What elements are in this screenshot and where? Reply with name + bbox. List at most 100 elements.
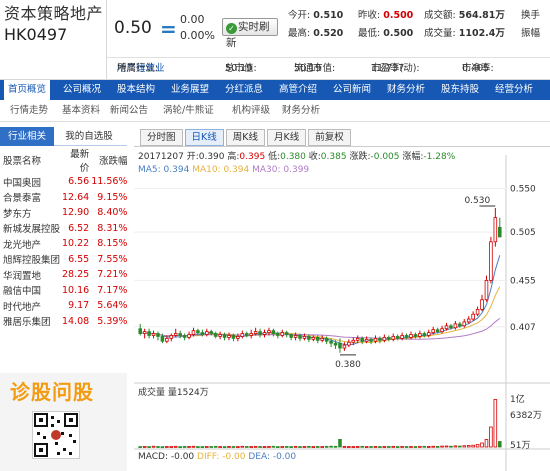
table-row[interactable]: 龙光地产 10.22 8.15% [0,236,129,252]
table-row[interactable]: 华润置地 28.25 7.21% [0,267,129,283]
flat-indicator-icon: = [160,17,177,41]
table-row[interactable]: 合景泰富 12.64 9.15% [0,190,129,206]
stock-row-name[interactable]: 新城发展控股 [0,221,62,237]
stock-row-name[interactable]: 时代地产 [0,298,62,314]
nav-operations[interactable]: 经营分析 [495,80,533,100]
kline-chart[interactable]: 20171207 开:0.390 高:0.395 低:0.380 收:0.385… [134,127,550,471]
stock-row-price: 14.08 [62,315,90,327]
refresh-button[interactable]: ✓ 实时刷新 [222,18,278,49]
stock-row-name[interactable]: 融信中国 [0,283,62,299]
stock-row-price: 28.25 [62,269,90,281]
chart-amp-label: 涨幅: [402,150,423,162]
candle-body [458,323,462,327]
candle-body [284,332,289,335]
table-row[interactable]: 梦东方 12.90 8.40% [0,205,129,221]
volume-bar [240,445,245,448]
volume-bar [426,446,431,448]
max-price-label: 0.530 [464,196,490,206]
nav-news[interactable]: 公司新闻 [333,80,371,100]
stock-row-name[interactable]: 中国奥园 [0,174,62,190]
table-row[interactable]: 中国奥园 6.56 11.56% [0,174,129,190]
stock-row-pct: 9.15% [97,191,128,203]
tab-industry-related[interactable]: 行业相关 [0,127,54,146]
stock-row-name[interactable]: 梦东方 [0,205,62,221]
ma10-legend: MA10: 0.394 [192,165,249,175]
volume-bar [213,445,218,448]
chart-chg: -0.005 [370,152,399,162]
stock-row-price: 10.22 [62,238,90,250]
candle-body [165,337,169,342]
nav-capital[interactable]: 股本结构 [117,80,155,100]
price-tick-label: 0.505 [510,228,536,238]
stock-row-name[interactable]: 雅居乐集团 [0,314,62,330]
candle-body [347,341,351,346]
volume-bar [484,439,489,448]
related-stocks-table: 股票名称 最新价 涨跌幅 中国奥园 6.56 11.56% 合景泰富 12.64 9.1… [0,146,129,329]
subnav-basic[interactable]: 基本资料 [62,100,100,122]
candle-body [400,335,404,339]
quote-volume-value: 1102.4万 [458,28,505,39]
subnav-warrants[interactable]: 涡轮/牛熊证 [163,100,214,122]
quote-high: 最高: 0.520 [288,26,343,42]
table-row[interactable]: 旭辉控股集团 6.55 7.55% [0,252,129,268]
candle-body [191,330,196,335]
sub-nav: 行情走势 基本资料 新闻公告 涡轮/牛熊证 机构评级 财务分析 [0,100,550,122]
quote-open: 今开: 0.510 [288,8,343,24]
stock-row-pct: 5.64% [97,300,128,312]
nav-business[interactable]: 业务展望 [171,80,209,100]
volume-bar [466,445,471,448]
table-row[interactable]: 雅居乐集团 14.08 5.39% [0,314,129,330]
quote-prev: 昨收: 0.500 [358,8,413,24]
stock-row-price: 6.52 [68,222,90,234]
chart-open: 0.390 [199,152,225,162]
candle-body [138,328,142,334]
volume-bar [493,399,498,448]
stock-title-block: 资本策略地产 HK0497 [0,0,107,80]
candle-body [218,334,222,337]
quote-low: 最低: 0.500 [358,26,413,42]
candle-body [205,331,209,335]
table-row[interactable]: 时代地产 9.17 5.64% [0,298,129,314]
stock-row-name[interactable]: 旭辉控股集团 [0,252,62,268]
volume-bar [409,446,413,448]
volume-bar [400,445,404,448]
candle-body [453,323,458,329]
stock-row-name[interactable]: 华润置地 [0,267,62,283]
subnav-trend[interactable]: 行情走势 [10,100,48,122]
stock-row-pct: 5.39% [97,315,128,327]
macd-legend: MACD: -0.00 DIFF: -0.00 DEA: -0.00 [138,452,296,462]
ma30-legend: MA30: 0.399 [252,165,309,175]
volume-bar [342,445,347,448]
table-row[interactable]: 新城发展控股 6.52 8.31% [0,221,129,237]
candle-body [200,332,205,335]
mktcap-info: 总市值: 50.19 [225,58,257,80]
volume-label: 成交量 量1524万 [138,386,209,398]
subnav-announcements[interactable]: 新闻公告 [110,100,148,122]
candle-body [147,331,151,336]
col-name: 股票名称 [3,156,42,167]
ma5-legend: MA5: 0.394 [138,165,190,175]
stock-row-name[interactable]: 龙光地产 [0,236,62,252]
tab-my-watchlist[interactable]: 我的自选股 [54,127,124,146]
min-price-label: 0.380 [335,360,361,370]
candle-body [404,335,409,338]
subnav-ratings[interactable]: 机构评级 [232,100,270,122]
price-axis-labels: 0.550 0.505 0.455 0.407 [510,185,536,333]
subnav-finance[interactable]: 财务分析 [282,100,320,122]
table-row[interactable]: 融信中国 10.16 7.17% [0,283,129,299]
quote-open-label: 今开: [288,10,311,21]
nav-executives[interactable]: 高管介绍 [279,80,317,100]
diff-value: DIFF: -0.00 [197,452,246,462]
stock-row-price: 12.90 [62,207,90,219]
candle-body [187,334,191,338]
stock-row-name[interactable]: 合景泰富 [0,190,62,206]
nav-dividend[interactable]: 分红派息 [225,80,263,100]
nav-overview[interactable]: 首页概览 [4,80,51,100]
chart-date: 20171207 [138,152,184,162]
promo-banner[interactable]: 诊股问股 [0,373,127,471]
nav-finance[interactable]: 财务分析 [387,80,425,100]
volume-bar [142,445,147,448]
quote-open-value: 0.510 [313,10,344,21]
nav-company[interactable]: 公司概况 [63,80,101,100]
nav-holders[interactable]: 股东持股 [441,80,479,100]
